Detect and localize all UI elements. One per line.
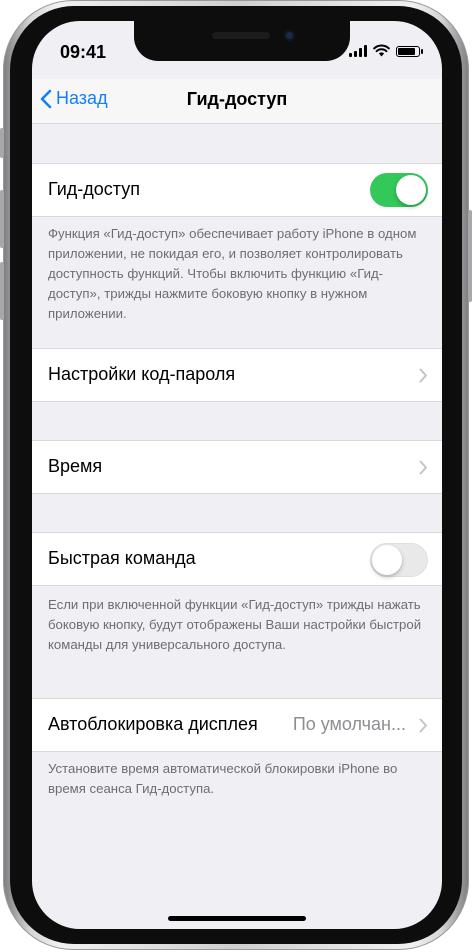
- toggle-knob: [396, 175, 426, 205]
- wifi-icon: [373, 44, 390, 57]
- silent-switch: [0, 128, 4, 158]
- earpiece-speaker: [212, 32, 270, 39]
- auto-lock-value: По умолчан...: [292, 714, 406, 734]
- battery-icon: [396, 46, 423, 57]
- time-limits-row[interactable]: Время: [32, 440, 442, 494]
- auto-lock-label: Автоблокировка дисплея: [48, 714, 258, 734]
- guided-access-label: Гид-доступ: [48, 179, 140, 199]
- notch: [134, 21, 350, 61]
- guided-access-toggle[interactable]: [370, 173, 428, 207]
- front-camera: [284, 30, 295, 41]
- screen: 09:41 Назад Гид-доступ Гид-доступ Функци…: [32, 21, 442, 929]
- battery-level: [398, 48, 415, 55]
- chevron-right-icon: [419, 368, 427, 383]
- passcode-settings-label: Настройки код-пароля: [48, 364, 236, 384]
- page-title: Гид-доступ: [186, 89, 288, 109]
- passcode-settings-row[interactable]: Настройки код-пароля: [32, 348, 442, 402]
- accessibility-shortcut-footnote: Если при включенной функции «Гид-доступ»…: [48, 597, 422, 652]
- navigation-bar: Назад Гид-доступ: [32, 79, 442, 124]
- accessibility-shortcut-label: Быстрая команда: [48, 548, 196, 568]
- accessibility-shortcut-row: Быстрая команда: [32, 532, 442, 586]
- status-time: 09:41: [60, 42, 107, 62]
- time-limits-label: Время: [48, 456, 103, 476]
- status-icons: [349, 43, 423, 57]
- volume-up-button: [0, 190, 4, 248]
- guided-access-footnote: Функция «Гид-доступ» обеспечивает работу…: [48, 226, 417, 321]
- auto-lock-footnote: Установите время автоматической блокиров…: [48, 761, 398, 796]
- toggle-knob: [372, 544, 402, 575]
- volume-down-button: [0, 262, 4, 320]
- chevron-right-icon: [419, 460, 427, 475]
- auto-lock-row[interactable]: Автоблокировка дисплея По умолчан...: [32, 698, 442, 752]
- chevron-right-icon: [419, 718, 427, 733]
- side-button: [468, 210, 472, 302]
- guided-access-row: Гид-доступ: [32, 163, 442, 217]
- accessibility-shortcut-toggle[interactable]: [370, 543, 428, 577]
- home-indicator[interactable]: [168, 916, 306, 921]
- cellular-signal-icon: [349, 44, 367, 57]
